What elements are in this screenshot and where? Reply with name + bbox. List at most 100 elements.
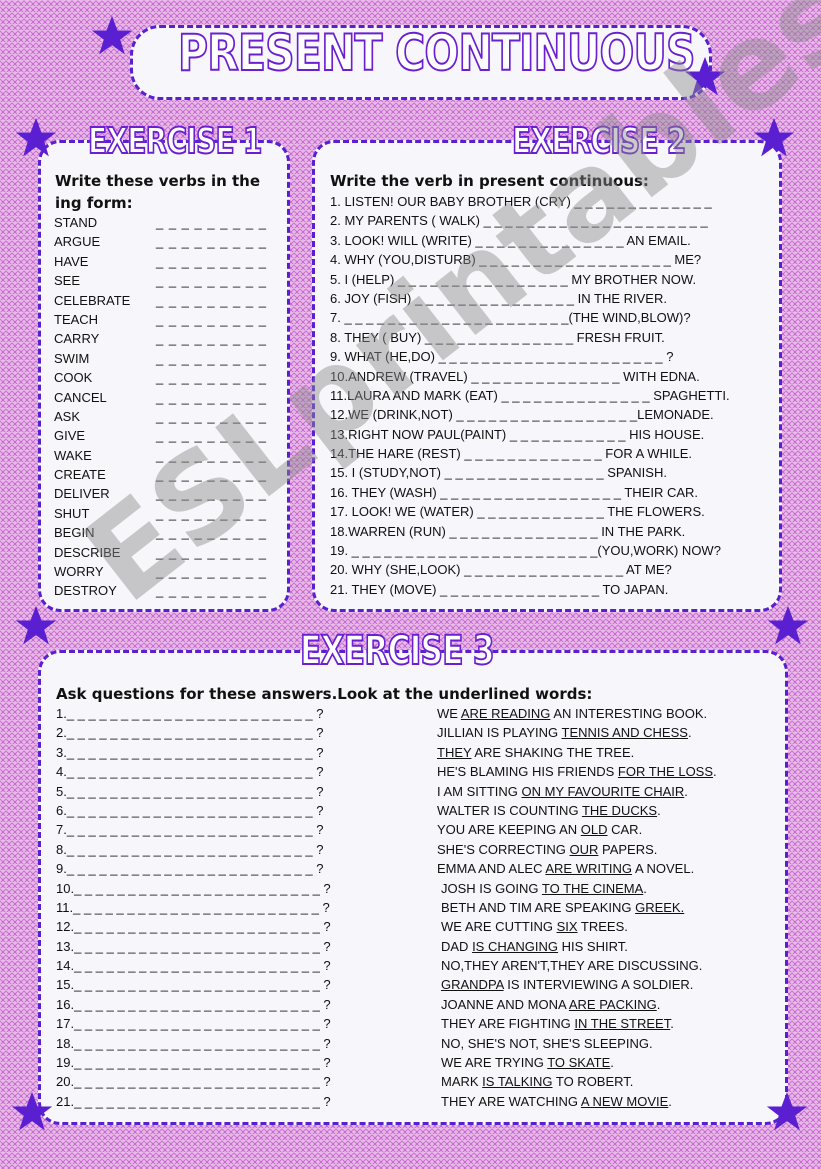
answer-blank[interactable]: _ _ _ _ _ _ _ _ _ [156, 368, 267, 387]
verb-label: STAND [54, 215, 98, 230]
answer-blank[interactable]: _ _ _ _ _ _ _ _ _ [156, 465, 267, 484]
question-blank[interactable]: 6._ _ _ _ _ _ _ _ _ _ _ _ _ _ _ _ _ _ _ … [56, 801, 416, 820]
answer-text: . [670, 1016, 674, 1032]
question-blank[interactable]: 17._ _ _ _ _ _ _ _ _ _ _ _ _ _ _ _ _ _ _… [56, 1014, 416, 1033]
answer-blank[interactable]: _ _ _ _ _ _ _ _ _ [156, 232, 267, 251]
exercise2-item[interactable]: 21. THEY (MOVE) _ _ _ _ _ _ _ _ _ _ _ _ … [330, 580, 775, 599]
exercise2-item[interactable]: 16. THEY (WASH) _ _ _ _ _ _ _ _ _ _ _ _ … [330, 483, 775, 502]
question-blank[interactable]: 16._ _ _ _ _ _ _ _ _ _ _ _ _ _ _ _ _ _ _… [56, 995, 416, 1014]
answer-text: BETH AND TIM ARE SPEAKING [441, 899, 636, 915]
verb-row: DESTROY _ _ _ _ _ _ _ _ _ [54, 581, 274, 600]
verb-label: DESCRIBE [54, 544, 121, 560]
answer-text: WE ARE CUTTING [441, 919, 557, 935]
question-blank[interactable]: 3._ _ _ _ _ _ _ _ _ _ _ _ _ _ _ _ _ _ _ … [56, 743, 416, 762]
exercise2-item[interactable]: 19. _ _ _ _ _ _ _ _ _ _ _ _ _ _ _ _ _ _ … [330, 541, 775, 560]
answer-sentence: I AM SITTING ON MY FAVOURITE CHAIR. [437, 782, 777, 801]
exercise2-item[interactable]: 11.LAURA AND MARK (EAT) _ _ _ _ _ _ _ _ … [330, 386, 775, 405]
underlined-words: OLD [580, 822, 608, 838]
verb-row: SHUT _ _ _ _ _ _ _ _ _ [54, 504, 274, 523]
answer-text: WE [437, 706, 461, 721]
exercise2-item[interactable]: 15. I (STUDY,NOT) _ _ _ _ _ _ _ _ _ _ _ … [330, 463, 775, 482]
answer-blank[interactable]: _ _ _ _ _ _ _ _ _ [156, 426, 267, 445]
answer-blank[interactable]: _ _ _ _ _ _ _ _ _ [156, 310, 267, 329]
question-blank[interactable]: 11._ _ _ _ _ _ _ _ _ _ _ _ _ _ _ _ _ _ _… [56, 898, 416, 917]
answer-text: . [687, 725, 692, 741]
exercise2-item[interactable]: 6. JOY (FISH) _ _ _ _ _ _ _ _ _ _ _ _ _ … [330, 289, 775, 308]
exercise2-item[interactable]: 12.WE (DRINK,NOT) _ _ _ _ _ _ _ _ _ _ _ … [330, 405, 775, 424]
question-blank[interactable]: 5._ _ _ _ _ _ _ _ _ _ _ _ _ _ _ _ _ _ _ … [56, 782, 416, 801]
question-blank[interactable]: 4._ _ _ _ _ _ _ _ _ _ _ _ _ _ _ _ _ _ _ … [56, 762, 416, 781]
exercise2-item[interactable]: 13.RIGHT NOW PAUL(PAINT) _ _ _ _ _ _ _ _… [330, 425, 775, 444]
verb-row: CELEBRATE _ _ _ _ _ _ _ _ _ [54, 291, 274, 310]
exercise2-item[interactable]: 3. LOOK! WILL (WRITE) _ _ _ _ _ _ _ _ _ … [330, 231, 775, 250]
exercise2-item[interactable]: 14.THE HARE (REST) _ _ _ _ _ _ _ _ _ _ _… [330, 444, 775, 463]
answer-blank[interactable]: _ _ _ _ _ _ _ _ _ [156, 271, 267, 290]
answer-sentence: JILLIAN IS PLAYING TENNIS AND CHESS. [437, 723, 777, 742]
answer-blank[interactable]: _ _ _ _ _ _ _ _ _ [156, 213, 267, 232]
answer-blank[interactable]: _ _ _ _ _ _ _ _ _ [156, 252, 267, 271]
answer-text: . [657, 802, 661, 818]
underlined-words: FOR THE LOSS [617, 764, 714, 780]
answer-blank[interactable]: _ _ _ _ _ _ _ _ _ [156, 504, 267, 523]
answer-sentence: BETH AND TIM ARE SPEAKING GREEK. [437, 898, 777, 917]
exercise2-item[interactable]: 4. WHY (YOU,DISTURB) _ _ _ _ _ _ _ _ _ _… [330, 250, 775, 269]
answer-sentence: SHE'S CORRECTING OUR PAPERS. [437, 840, 777, 859]
question-blank[interactable]: 1._ _ _ _ _ _ _ _ _ _ _ _ _ _ _ _ _ _ _ … [56, 704, 416, 723]
exercise3-heading: EXERCISE 3 [299, 627, 495, 675]
exercise2-item[interactable]: 17. LOOK! WE (WATER) _ _ _ _ _ _ _ _ _ _… [330, 502, 775, 521]
exercise2-item[interactable]: 7. _ _ _ _ _ _ _ _ _ _ _ _ _ _ _ _ _ _ _… [330, 308, 775, 327]
answer-text: ARE SHAKING THE TREE. [471, 744, 635, 760]
question-blank[interactable]: 10._ _ _ _ _ _ _ _ _ _ _ _ _ _ _ _ _ _ _… [56, 879, 416, 898]
verb-label: DESTROY [54, 583, 117, 599]
question-blank[interactable]: 18._ _ _ _ _ _ _ _ _ _ _ _ _ _ _ _ _ _ _… [56, 1034, 416, 1053]
answer-text: . [668, 1093, 672, 1109]
exercise2-item[interactable]: 5. I (HELP) _ _ _ _ _ _ _ _ _ _ _ _ _ _ … [330, 270, 775, 289]
answer-sentence: NO, SHE'S NOT, SHE'S SLEEPING. [437, 1034, 777, 1053]
question-blank[interactable]: 7._ _ _ _ _ _ _ _ _ _ _ _ _ _ _ _ _ _ _ … [56, 820, 416, 839]
answer-blank[interactable]: _ _ _ _ _ _ _ _ _ [156, 407, 267, 426]
answer-blank[interactable]: _ _ _ _ _ _ _ _ _ [156, 329, 267, 348]
verb-label: SEE [54, 273, 81, 289]
underlined-words: IN THE STREET [574, 1016, 671, 1032]
exercise2-item[interactable]: 10.ANDREW (TRAVEL) _ _ _ _ _ _ _ _ _ _ _… [330, 367, 775, 386]
question-blank[interactable]: 19._ _ _ _ _ _ _ _ _ _ _ _ _ _ _ _ _ _ _… [56, 1053, 416, 1072]
answer-blank[interactable]: _ _ _ _ _ _ _ _ _ [156, 562, 267, 581]
answer-text: I AM SITTING [437, 783, 522, 799]
answer-blank[interactable]: _ _ _ _ _ _ _ _ _ [156, 291, 267, 310]
question-blank[interactable]: 13._ _ _ _ _ _ _ _ _ _ _ _ _ _ _ _ _ _ _… [56, 937, 416, 956]
question-blank[interactable]: 2._ _ _ _ _ _ _ _ _ _ _ _ _ _ _ _ _ _ _ … [56, 723, 416, 742]
verb-row: GIVE _ _ _ _ _ _ _ _ _ [54, 426, 274, 445]
exercise2-item[interactable]: 20. WHY (SHE,LOOK) _ _ _ _ _ _ _ _ _ _ _… [330, 560, 775, 579]
underlined-words: ARE WRITING [545, 861, 633, 877]
question-blank[interactable]: 12._ _ _ _ _ _ _ _ _ _ _ _ _ _ _ _ _ _ _… [56, 917, 416, 936]
exercise2-item[interactable]: 2. MY PARENTS ( WALK) _ _ _ _ _ _ _ _ _ … [330, 211, 775, 230]
exercise2-item[interactable]: 1. LISTEN! OUR BABY BROTHER (CRY) _ _ _ … [330, 192, 775, 211]
answer-blank[interactable]: _ _ _ _ _ _ _ _ _ [156, 581, 267, 600]
answer-blank[interactable]: _ _ _ _ _ _ _ _ _ [156, 543, 267, 562]
verb-row: CREATE _ _ _ _ _ _ _ _ _ [54, 465, 274, 484]
exercise1-instruction: Write these verbs in the ing form: [55, 172, 261, 212]
star-icon [14, 604, 58, 648]
verb-row: COOK _ _ _ _ _ _ _ _ _ [54, 368, 274, 387]
question-blank[interactable]: 21._ _ _ _ _ _ _ _ _ _ _ _ _ _ _ _ _ _ _… [56, 1092, 416, 1111]
question-blank[interactable]: 9._ _ _ _ _ _ _ _ _ _ _ _ _ _ _ _ _ _ _ … [56, 859, 416, 878]
verb-row: TEACH _ _ _ _ _ _ _ _ _ [54, 310, 274, 329]
question-blank[interactable]: 20._ _ _ _ _ _ _ _ _ _ _ _ _ _ _ _ _ _ _… [56, 1072, 416, 1091]
exercise2-item[interactable]: 9. WHAT (HE,DO) _ _ _ _ _ _ _ _ _ _ _ _ … [330, 347, 775, 366]
exercise2-item[interactable]: 18.WARREN (RUN) _ _ _ _ _ _ _ _ _ _ _ _ … [330, 522, 775, 541]
answer-blank[interactable]: _ _ _ _ _ _ _ _ _ [156, 388, 267, 407]
answer-text: . [643, 880, 647, 896]
exercise2-item[interactable]: 8. THEY ( BUY) _ _ _ _ _ _ _ _ _ _ _ _ _… [330, 328, 775, 347]
question-blank[interactable]: 14._ _ _ _ _ _ _ _ _ _ _ _ _ _ _ _ _ _ _… [56, 956, 416, 975]
answer-sentence: GRANDPA IS INTERVIEWING A SOLDIER. [437, 975, 777, 994]
verb-row: BEGIN _ _ _ _ _ _ _ _ _ [54, 523, 274, 542]
answer-text: . [684, 783, 688, 799]
answer-blank[interactable]: _ _ _ _ _ _ _ _ _ [156, 484, 267, 503]
answer-blank[interactable]: _ _ _ _ _ _ _ _ _ [156, 446, 267, 465]
answer-text: THEY ARE FIGHTING [441, 1016, 575, 1032]
question-blank[interactable]: 8._ _ _ _ _ _ _ _ _ _ _ _ _ _ _ _ _ _ _ … [56, 840, 416, 859]
question-blank[interactable]: 15._ _ _ _ _ _ _ _ _ _ _ _ _ _ _ _ _ _ _… [56, 975, 416, 994]
answer-blank[interactable]: _ _ _ _ _ _ _ _ _ [156, 349, 267, 368]
exercise1-verb-list: STAND _ _ _ _ _ _ _ _ _ ARGUE _ _ _ _ _ _ _… [54, 213, 274, 601]
answer-blank[interactable]: _ _ _ _ _ _ _ _ _ [156, 523, 267, 542]
